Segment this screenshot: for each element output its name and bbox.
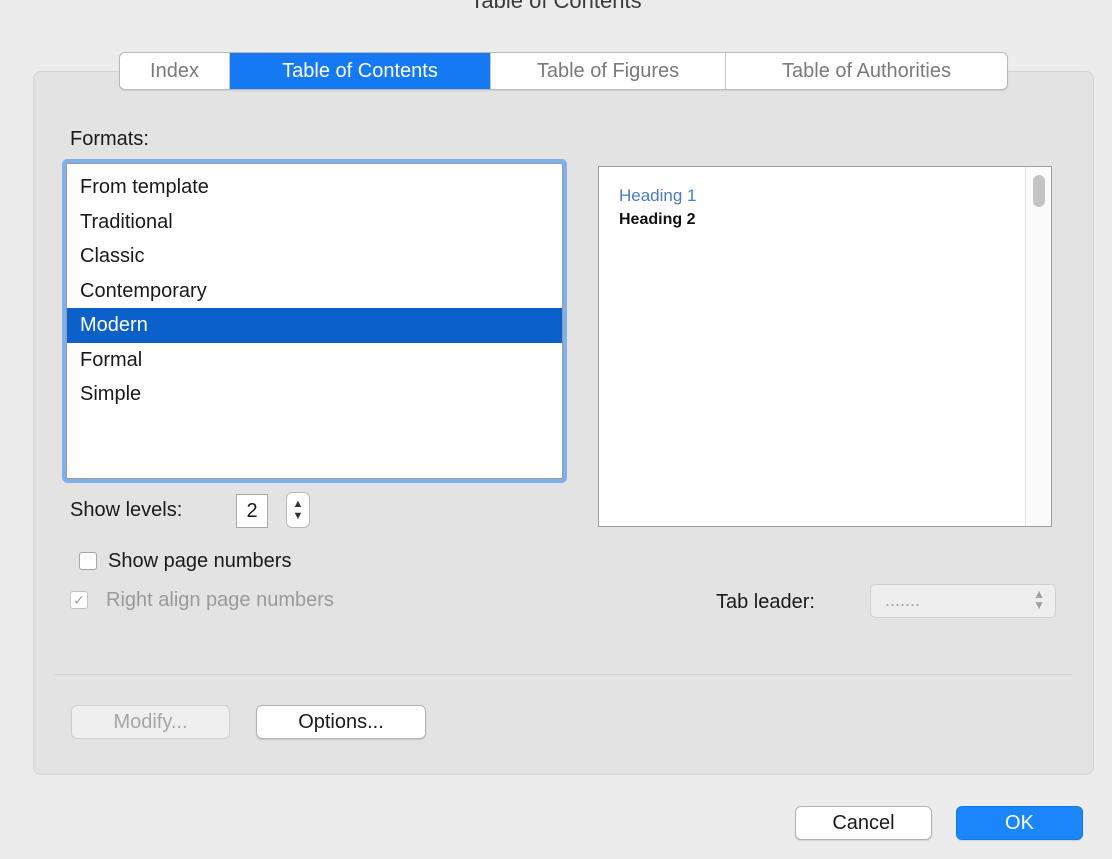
tab-table-of-authorities[interactable]: Table of Authorities <box>726 53 1007 89</box>
preview-scrollbar[interactable] <box>1025 167 1051 526</box>
toc-preview: Heading 1 Heading 2 <box>598 166 1052 527</box>
list-item[interactable]: Formal <box>67 343 562 378</box>
formats-label: Formats: <box>70 128 149 150</box>
chevron-up-down-icon: ▲ ▼ <box>1033 587 1045 612</box>
options-button[interactable]: Options... <box>256 705 426 739</box>
tab-leader-select[interactable]: ....... ▲ ▼ <box>870 584 1056 618</box>
tab-table-of-contents[interactable]: Table of Contents <box>230 53 491 89</box>
scrollbar-thumb[interactable] <box>1033 175 1045 207</box>
modify-button[interactable]: Modify... <box>71 705 230 739</box>
list-item[interactable]: Simple <box>67 377 562 412</box>
show-page-numbers-label: Show page numbers <box>108 550 292 572</box>
formats-list[interactable]: From template Traditional Classic Contem… <box>66 163 563 479</box>
cancel-button[interactable]: Cancel <box>795 806 932 840</box>
ok-button[interactable]: OK <box>956 806 1083 840</box>
checkmark-icon: ✓ <box>73 592 85 608</box>
list-item[interactable]: Contemporary <box>67 274 562 309</box>
right-align-checkbox[interactable]: ✓ <box>70 591 88 609</box>
list-item[interactable]: Classic <box>67 239 562 274</box>
show-levels-label: Show levels: <box>70 499 183 521</box>
preview-heading-1: Heading 1 <box>619 186 697 205</box>
right-align-label: Right align page numbers <box>106 589 334 611</box>
show-page-numbers-checkbox[interactable] <box>79 552 97 570</box>
window-title: Table of Contents <box>470 0 642 13</box>
tab-leader-value: ....... <box>885 590 921 610</box>
tab-leader-label: Tab leader: <box>716 591 815 613</box>
up-down-stepper-icon[interactable]: ▲ ▼ <box>286 492 310 528</box>
tab-index[interactable]: Index <box>120 53 230 89</box>
list-item[interactable]: From template <box>67 170 562 205</box>
tab-table-of-figures[interactable]: Table of Figures <box>491 53 726 89</box>
separator <box>55 674 1072 675</box>
list-item-selected[interactable]: Modern <box>67 308 562 343</box>
tab-bar: Index Table of Contents Table of Figures… <box>119 52 1008 90</box>
preview-heading-2: Heading 2 <box>619 211 696 228</box>
list-item[interactable]: Traditional <box>67 205 562 240</box>
show-levels-field[interactable]: 2 <box>236 494 268 528</box>
